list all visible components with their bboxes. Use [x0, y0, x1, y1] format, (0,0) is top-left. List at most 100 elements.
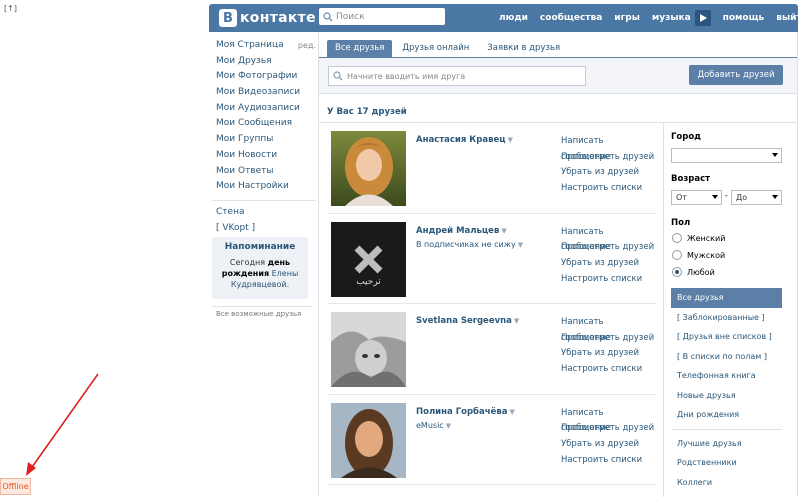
menu-my-answers[interactable]: Мои Ответы: [216, 164, 316, 180]
configure-lists-link[interactable]: Настроить списки: [561, 272, 656, 288]
friend-menu-arrow-icon[interactable]: ▼: [508, 136, 513, 144]
status-arrow-icon[interactable]: ▼: [518, 241, 523, 249]
friend-name-link[interactable]: Анастасия Кравец ▼: [416, 135, 513, 145]
friend-name: Полина Горбачёва: [416, 406, 508, 417]
write-message-link[interactable]: Написать сообщение: [561, 225, 656, 253]
tab-all-friends[interactable]: Все друзья: [327, 40, 393, 57]
menu-my-photos[interactable]: Мои Фотографии: [216, 69, 316, 85]
sex-option-any-label: Любой: [687, 267, 715, 277]
remove-friend-link[interactable]: Убрать из друзей: [561, 437, 656, 453]
friend-menu-arrow-icon[interactable]: ▼: [501, 227, 506, 235]
age-from-select[interactable]: От: [671, 190, 722, 205]
menu-my-page[interactable]: Моя Страница ред.: [216, 38, 316, 54]
friend-name: Андрей Мальцев: [416, 225, 500, 236]
sex-option-any[interactable]: Любой: [672, 267, 715, 277]
configure-lists-link[interactable]: Настроить списки: [561, 453, 656, 469]
friend-avatar[interactable]: [331, 402, 406, 478]
write-message-link[interactable]: Написать сообщение: [561, 134, 656, 162]
status-arrow-icon[interactable]: ▼: [446, 422, 451, 430]
menu-vkopt[interactable]: [ VKopt ]: [216, 221, 316, 237]
search-icon: [333, 71, 343, 81]
menu-my-videos[interactable]: Мои Видеозаписи: [216, 85, 316, 101]
list-blocked[interactable]: [ Заблокированные ]: [671, 308, 782, 328]
list-new-friends[interactable]: Новые друзья: [671, 386, 782, 406]
view-friends-link[interactable]: Просмотреть друзей: [561, 240, 656, 256]
menu-my-messages[interactable]: Мои Сообщения: [216, 116, 316, 132]
menu-my-friends[interactable]: Мои Друзья: [216, 54, 316, 70]
friend-avatar[interactable]: [331, 312, 406, 387]
music-play-button[interactable]: [694, 10, 711, 26]
vk-logo[interactable]: В контакте: [219, 9, 316, 27]
configure-lists-link[interactable]: Настроить списки: [561, 362, 656, 378]
menu-my-audio[interactable]: Мои Аудиозаписи: [216, 101, 316, 117]
age-label: Возраст: [671, 174, 711, 184]
sex-option-male[interactable]: Мужской: [672, 250, 725, 260]
view-friends-link[interactable]: Просмотреть друзей: [561, 331, 656, 347]
nav-logout[interactable]: выйти: [776, 13, 800, 23]
friend-row: ترحيب Андрей Мальцев ▼ В подписчиках не с…: [327, 214, 656, 304]
nav-people[interactable]: люди: [499, 13, 528, 23]
avatar-caption: ترحيب: [356, 277, 381, 287]
birthday-reminder: Напоминание Сегодня день рождения Елены …: [212, 237, 308, 299]
list-phonebook[interactable]: Телефонная книга: [671, 366, 782, 386]
possible-friends-link[interactable]: Все возможные друзья: [216, 310, 301, 318]
remove-friend-link[interactable]: Убрать из друзей: [561, 256, 656, 272]
nav-music[interactable]: музыка: [652, 13, 691, 23]
add-friends-button[interactable]: Добавить друзей: [689, 65, 783, 85]
friends-filters: Город Возраст От - До Пол Женский Мужско…: [663, 123, 797, 497]
city-label: Город: [671, 132, 702, 142]
sex-option-female[interactable]: Женский: [672, 233, 725, 243]
friend-row: Svetlana Sergeevna ▼ Написать сообщение П…: [327, 304, 656, 395]
logo-text: контакте: [240, 10, 316, 26]
age-to-value: До: [736, 193, 748, 202]
nav-communities[interactable]: сообщества: [540, 13, 602, 23]
remove-friend-link[interactable]: Убрать из друзей: [561, 346, 656, 362]
write-message-link[interactable]: Написать сообщение: [561, 315, 656, 343]
list-birthdays[interactable]: Дни рождения: [671, 405, 782, 425]
nav-games[interactable]: игры: [614, 13, 640, 23]
menu-wall[interactable]: Стена: [216, 205, 316, 221]
list-all-friends[interactable]: Все друзья: [671, 288, 782, 308]
friend-search-input[interactable]: Начните вводить имя друга: [328, 66, 586, 86]
friends-count: У Вас 17 друзей: [327, 107, 407, 117]
offline-badge[interactable]: Offline: [0, 478, 31, 495]
global-search-input[interactable]: Поиск: [319, 8, 445, 25]
friend-row: Полина Горбачёва ▼ eMusic ▼ Написать сообщ…: [327, 395, 656, 485]
configure-lists-link[interactable]: Настроить списки: [561, 181, 656, 197]
remove-friend-link[interactable]: Убрать из друзей: [561, 165, 656, 181]
menu-my-groups[interactable]: Мои Группы: [216, 132, 316, 148]
friend-name-link[interactable]: Svetlana Sergeevna ▼: [416, 316, 519, 326]
menu-my-page-label: Моя Страница: [216, 40, 284, 50]
menu-edit-link[interactable]: ред.: [298, 38, 316, 54]
friend-menu-arrow-icon[interactable]: ▼: [509, 408, 514, 416]
friend-name-link[interactable]: Полина Горбачёва ▼: [416, 407, 515, 417]
menu-my-settings[interactable]: Мои Настройки: [216, 179, 316, 195]
list-by-gender[interactable]: [ В списки по полам ]: [671, 347, 782, 367]
chevron-down-icon: [712, 195, 718, 199]
avatar-photo: [331, 402, 406, 478]
list-relatives[interactable]: Родственники: [671, 453, 782, 473]
tab-friends-online[interactable]: Друзья онлайн: [394, 40, 477, 57]
tab-friend-requests[interactable]: Заявки в друзья: [479, 40, 568, 57]
friend-name-link[interactable]: Андрей Мальцев ▼: [416, 226, 507, 236]
top-nav: люди сообщества игры музыка помощь выйти: [499, 4, 800, 32]
age-from-value: От: [676, 193, 687, 202]
age-to-select[interactable]: До: [731, 190, 782, 205]
list-colleagues[interactable]: Коллеги: [671, 473, 782, 493]
nav-help[interactable]: помощь: [723, 13, 765, 23]
friend-actions: Написать сообщение Просмотреть друзей Уб…: [561, 406, 656, 469]
avatar-photo: [331, 312, 406, 387]
friend-avatar[interactable]: [331, 131, 406, 206]
menu-my-news[interactable]: Мои Новости: [216, 148, 316, 164]
friend-menu-arrow-icon[interactable]: ▼: [514, 317, 519, 325]
friend-status: eMusic ▼: [416, 421, 451, 430]
write-message-link[interactable]: Написать сообщение: [561, 406, 656, 434]
view-friends-link[interactable]: Просмотреть друзей: [561, 150, 656, 166]
friends-list: Анастасия Кравец ▼ Написать сообщение Про…: [319, 123, 664, 485]
list-best-friends[interactable]: Лучшие друзья: [671, 434, 782, 454]
view-friends-link[interactable]: Просмотреть друзей: [561, 421, 656, 437]
city-select[interactable]: [671, 148, 782, 163]
friend-avatar[interactable]: ترحيب: [331, 221, 406, 297]
menu-divider: [212, 199, 316, 201]
list-unlisted[interactable]: [ Друзья вне списков ]: [671, 327, 782, 347]
